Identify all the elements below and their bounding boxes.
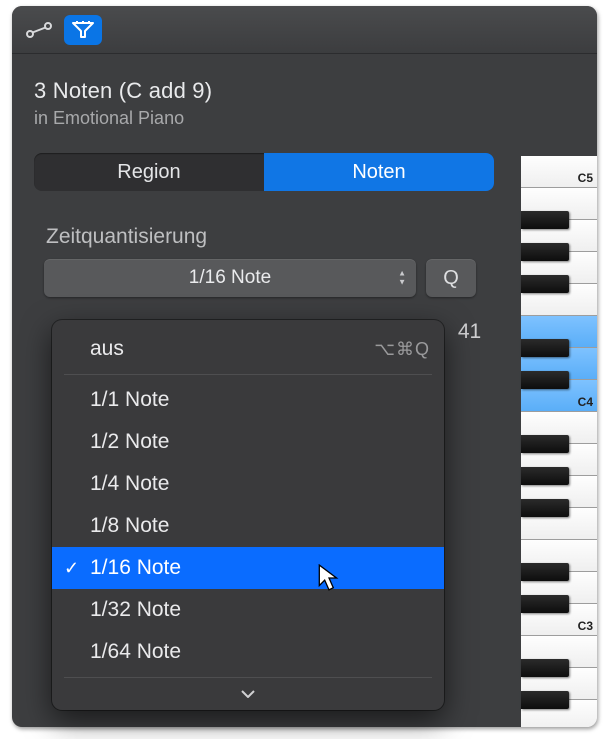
cursor-icon: [318, 564, 340, 592]
menu-item-note[interactable]: 1/32 Note: [52, 589, 444, 631]
piano-black-key[interactable]: [521, 499, 569, 517]
quantize-selected-text: 1/16 Note: [189, 267, 271, 289]
menu-item-note[interactable]: 1/1 Note: [52, 379, 444, 421]
piano-black-key[interactable]: [521, 211, 569, 229]
selection-title: 3 Noten (C add 9): [34, 78, 575, 104]
menu-item-label: 1/8 Note: [90, 514, 169, 538]
piano-black-key[interactable]: [521, 691, 569, 709]
menu-item-note[interactable]: ✓ 1/16 Note: [52, 547, 444, 589]
menu-item-label: 1/4 Note: [90, 472, 169, 496]
strength-value[interactable]: 41: [438, 313, 501, 351]
menu-item-label: 1/1 Note: [90, 388, 169, 412]
automation-icon: [26, 22, 52, 38]
menu-separator: [64, 677, 432, 678]
piano-keyboard[interactable]: C5 C4 C3: [521, 156, 597, 727]
midi-tool-button[interactable]: [64, 15, 102, 45]
tab-notes[interactable]: Noten: [264, 153, 494, 191]
piano-black-key[interactable]: [521, 467, 569, 485]
menu-item-note[interactable]: 1/2 Note: [52, 421, 444, 463]
piano-key-label: C4: [578, 395, 593, 409]
check-icon: ✓: [64, 558, 79, 579]
menu-separator: [64, 374, 432, 375]
track-subtitle: in Emotional Piano: [34, 108, 575, 129]
menu-item-label: 1/16 Note: [90, 556, 181, 580]
piano-black-key[interactable]: [521, 339, 569, 357]
quantize-apply-button[interactable]: Q: [426, 259, 476, 297]
menu-item-note[interactable]: 1/64 Note: [52, 631, 444, 673]
tab-segmented-control: Region Noten: [34, 153, 494, 191]
menu-item-label: 1/2 Note: [90, 430, 169, 454]
tab-region[interactable]: Region: [34, 153, 264, 191]
menu-item-label: 1/32 Note: [90, 598, 181, 622]
quantize-dropdown-menu: aus ⌥⌘Q 1/1 Note 1/2 Note 1/4 Note 1/8 Note…: [52, 320, 444, 710]
piano-white-key[interactable]: C5: [521, 156, 597, 188]
automation-tool-button[interactable]: [20, 15, 58, 45]
region-header: 3 Noten (C add 9) in Emotional Piano: [12, 54, 597, 143]
quantize-section-label: Zeitquantisierung: [12, 191, 597, 259]
piano-key-label: C3: [578, 619, 593, 633]
menu-item-label: aus: [90, 337, 124, 361]
piano-black-key[interactable]: [521, 243, 569, 261]
piano-key-label: C5: [578, 171, 593, 185]
chevron-down-icon: [241, 690, 255, 698]
piano-black-key[interactable]: [521, 659, 569, 677]
piano-black-key[interactable]: [521, 595, 569, 613]
menu-more-indicator[interactable]: [52, 682, 444, 706]
quantize-value-select[interactable]: 1/16 Note ▲▼: [44, 259, 416, 297]
updown-arrows-icon: ▲▼: [398, 270, 406, 287]
piano-black-key[interactable]: [521, 435, 569, 453]
menu-item-note[interactable]: 1/8 Note: [52, 505, 444, 547]
menu-item-off[interactable]: aus ⌥⌘Q: [52, 328, 444, 370]
menu-item-note[interactable]: 1/4 Note: [52, 463, 444, 505]
menu-item-label: 1/64 Note: [90, 640, 181, 664]
piano-black-key[interactable]: [521, 563, 569, 581]
funnel-icon: [71, 21, 95, 39]
piano-black-key[interactable]: [521, 275, 569, 293]
quantize-row: 1/16 Note ▲▼ Q: [12, 259, 597, 297]
toolbar: [12, 6, 597, 54]
menu-item-shortcut: ⌥⌘Q: [374, 339, 430, 360]
piano-black-key[interactable]: [521, 371, 569, 389]
